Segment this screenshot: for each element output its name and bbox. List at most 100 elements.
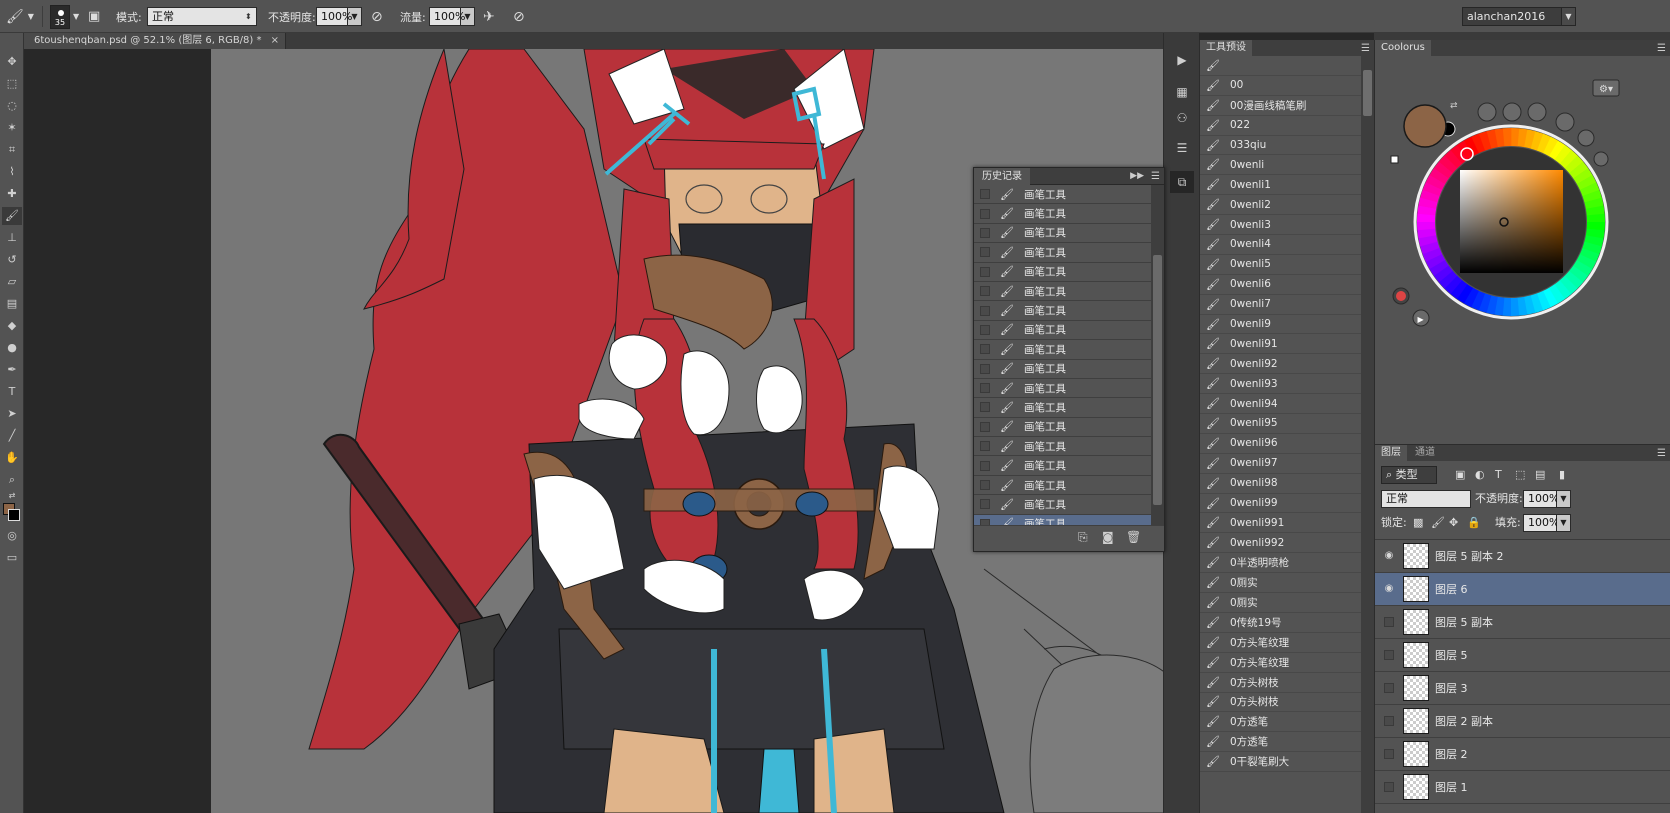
chevron-down-icon[interactable]: ▼ bbox=[1557, 490, 1571, 508]
tool-preset-item[interactable]: 🖌 0方透笔 bbox=[1200, 712, 1362, 733]
eye-icon[interactable]: ◉ bbox=[1383, 583, 1395, 595]
tool-preset-item[interactable]: 🖌 033qiu bbox=[1200, 136, 1362, 156]
history-state[interactable]: 🖌 画笔工具 bbox=[974, 340, 1152, 360]
screen-mode-icon[interactable]: ▭ bbox=[2, 549, 22, 567]
layer-row[interactable]: 图层 2 bbox=[1375, 738, 1670, 771]
workspace-select[interactable]: alanchan2016 ▼ bbox=[1462, 0, 1576, 33]
history-scrollbar[interactable] bbox=[1151, 185, 1164, 525]
quick-mask-icon[interactable]: ◎ bbox=[2, 527, 22, 545]
swap-colors-icon[interactable]: ⇄ bbox=[1450, 101, 1458, 111]
visibility-toggle[interactable] bbox=[1384, 749, 1394, 759]
blend-mode-select[interactable]: 正常 bbox=[1381, 490, 1471, 508]
layer-row[interactable]: 图层 3 bbox=[1375, 672, 1670, 705]
tool-preset-item[interactable]: 🖌 0wenli2 bbox=[1200, 195, 1362, 216]
snapshot-source-checkbox[interactable] bbox=[980, 460, 990, 471]
pixel-filter-icon[interactable]: ▣ bbox=[1455, 466, 1465, 484]
snapshot-source-checkbox[interactable] bbox=[980, 480, 990, 491]
snapshot-source-checkbox[interactable] bbox=[980, 421, 990, 432]
tool-preset-item[interactable]: 🖌 0wenli1 bbox=[1200, 175, 1362, 196]
wheel-mode-icon[interactable] bbox=[1477, 102, 1497, 122]
lock-pixels-icon[interactable]: 🖌 bbox=[1431, 514, 1445, 532]
pressure-opacity-toggle[interactable]: ⊘ bbox=[371, 0, 383, 33]
history-state[interactable]: 🖌 画笔工具 bbox=[974, 437, 1152, 457]
harmony-mode-icon[interactable] bbox=[1527, 102, 1547, 122]
history-state[interactable]: 🖌 画笔工具 bbox=[974, 360, 1152, 379]
history-state[interactable]: 🖌 画笔工具 bbox=[974, 224, 1152, 244]
airbrush-toggle[interactable]: ✈ bbox=[483, 0, 495, 33]
clone-stamp-tool-icon[interactable]: ⊥ bbox=[2, 229, 22, 247]
lock-all-icon[interactable]: 🔒 bbox=[1467, 514, 1481, 532]
tool-preset-item[interactable]: 🖌 0传统19号 bbox=[1200, 613, 1362, 633]
snapshot-source-checkbox[interactable] bbox=[980, 499, 990, 510]
tool-preset-item[interactable]: 🖌 0wenli92 bbox=[1200, 354, 1362, 375]
snapshot-source-checkbox[interactable] bbox=[980, 247, 990, 258]
pen-tool-icon[interactable]: ✒ bbox=[2, 361, 22, 379]
eyedropper-tool-icon[interactable]: ⌇ bbox=[2, 163, 22, 181]
snapshot-source-checkbox[interactable] bbox=[980, 227, 990, 238]
tool-preset-item[interactable]: 🖌 0wenli bbox=[1200, 155, 1362, 176]
history-state[interactable]: 🖌 画笔工具 bbox=[974, 495, 1152, 515]
history-state[interactable]: 🖌 画笔工具 bbox=[974, 476, 1152, 496]
tool-preset-item[interactable]: 🖌 0wenli5 bbox=[1200, 255, 1362, 275]
tool-preset-item[interactable]: 🖌 0厕实 bbox=[1200, 593, 1362, 613]
tab-channels[interactable]: 通道 bbox=[1409, 445, 1441, 461]
snapshot-source-checkbox[interactable] bbox=[980, 344, 990, 355]
color-preset-icon[interactable] bbox=[1593, 151, 1609, 167]
chevron-down-icon[interactable]: ▼ bbox=[1557, 514, 1571, 532]
tool-preset-item[interactable]: 🖌 0wenli992 bbox=[1200, 533, 1362, 554]
lock-transparency-icon[interactable]: ▩ bbox=[1413, 514, 1423, 532]
tool-preset-item[interactable]: 🖌 0wenli96 bbox=[1200, 434, 1362, 454]
snapshot-source-checkbox[interactable] bbox=[980, 189, 990, 200]
scrollbar-thumb[interactable] bbox=[1363, 70, 1372, 116]
tool-preset-item[interactable]: 🖌 0wenli98 bbox=[1200, 474, 1362, 494]
mix-mode-icon[interactable] bbox=[1577, 129, 1595, 147]
history-state[interactable]: 🖌 画笔工具 bbox=[974, 456, 1152, 476]
trash-icon[interactable]: 🗑 bbox=[1126, 530, 1141, 544]
right-dock-collapse-bar[interactable] bbox=[1374, 33, 1670, 40]
visibility-toggle[interactable] bbox=[1384, 617, 1394, 627]
history-state[interactable]: 🖌 画笔工具 bbox=[974, 243, 1152, 263]
move-tool-icon[interactable]: ✥ bbox=[2, 53, 22, 71]
layer-opacity-input[interactable]: 100% bbox=[1523, 490, 1559, 508]
tab-layers[interactable]: 图层 bbox=[1375, 445, 1407, 461]
brush-tool-preset-picker[interactable]: 🖌 ▼ bbox=[6, 0, 34, 33]
adjustment-filter-icon[interactable]: ◐ bbox=[1475, 466, 1485, 484]
shape-filter-icon[interactable]: ⬚ bbox=[1515, 466, 1525, 484]
filter-toggle-icon[interactable]: ▮ bbox=[1559, 466, 1565, 484]
tool-preset-item[interactable]: 🖌 0方头树枝 bbox=[1200, 673, 1362, 693]
history-panel-icon[interactable]: ⧉ bbox=[1170, 171, 1194, 193]
tool-preset-item[interactable]: 🖌 00 bbox=[1200, 76, 1362, 96]
layer-comps-icon[interactable]: ▦ bbox=[1170, 81, 1194, 103]
collapse-panel-icon[interactable]: ▶▶ bbox=[1130, 168, 1144, 185]
visibility-toggle[interactable] bbox=[1384, 683, 1394, 693]
brush-panel-toggle[interactable]: ▣ bbox=[88, 0, 100, 33]
history-state[interactable]: 🖌 画笔工具 bbox=[974, 418, 1152, 438]
history-state[interactable]: 🖌 画笔工具 bbox=[974, 185, 1152, 205]
mode-select[interactable]: 正常 ⬍ bbox=[147, 0, 257, 33]
foreground-color-swatch[interactable] bbox=[1403, 104, 1447, 148]
panel-menu-icon[interactable]: ☰ bbox=[1151, 168, 1160, 185]
tool-preset-item[interactable]: 🖌 022 bbox=[1200, 116, 1362, 136]
zoom-tool-icon[interactable]: ⌕ bbox=[2, 471, 22, 489]
dock-collapse-bar[interactable] bbox=[1164, 33, 1199, 40]
camera-snapshot-icon[interactable]: ◙ bbox=[1102, 530, 1114, 544]
type-tool-icon[interactable]: T bbox=[2, 383, 22, 401]
tool-preset-item[interactable]: 🖌 0wenli93 bbox=[1200, 374, 1362, 395]
history-state[interactable]: 🖌 画笔工具 bbox=[974, 321, 1152, 341]
layer-row[interactable]: 图层 5 副本 bbox=[1375, 606, 1670, 639]
crop-tool-icon[interactable]: ⌗ bbox=[2, 141, 22, 159]
history-state[interactable]: 🖌 画笔工具 bbox=[974, 301, 1152, 321]
tool-preset-item[interactable]: 🖌 bbox=[1200, 56, 1362, 76]
visibility-toggle[interactable] bbox=[1384, 782, 1394, 792]
tool-preset-item[interactable]: 🖌 00漫画线稿笔刷 bbox=[1200, 96, 1362, 116]
smart-object-filter-icon[interactable]: ▤ bbox=[1535, 466, 1545, 484]
history-state[interactable]: 🖌 画笔工具 bbox=[974, 379, 1152, 399]
tool-preset-item[interactable]: 🖌 0wenli3 bbox=[1200, 215, 1362, 236]
layer-filter-select[interactable]: ⌕ 类型 bbox=[1381, 466, 1437, 484]
panel-menu-icon[interactable]: ☰ bbox=[1657, 445, 1666, 462]
layer-row[interactable]: ◉ 图层 5 副本 2 bbox=[1375, 540, 1670, 573]
snapshot-source-checkbox[interactable] bbox=[980, 383, 990, 394]
tool-preset-item[interactable]: 🖌 0干裂笔刷大 bbox=[1200, 752, 1362, 773]
panel-menu-icon[interactable]: ☰ bbox=[1361, 40, 1370, 57]
lasso-tool-icon[interactable]: ◌ bbox=[2, 97, 22, 115]
